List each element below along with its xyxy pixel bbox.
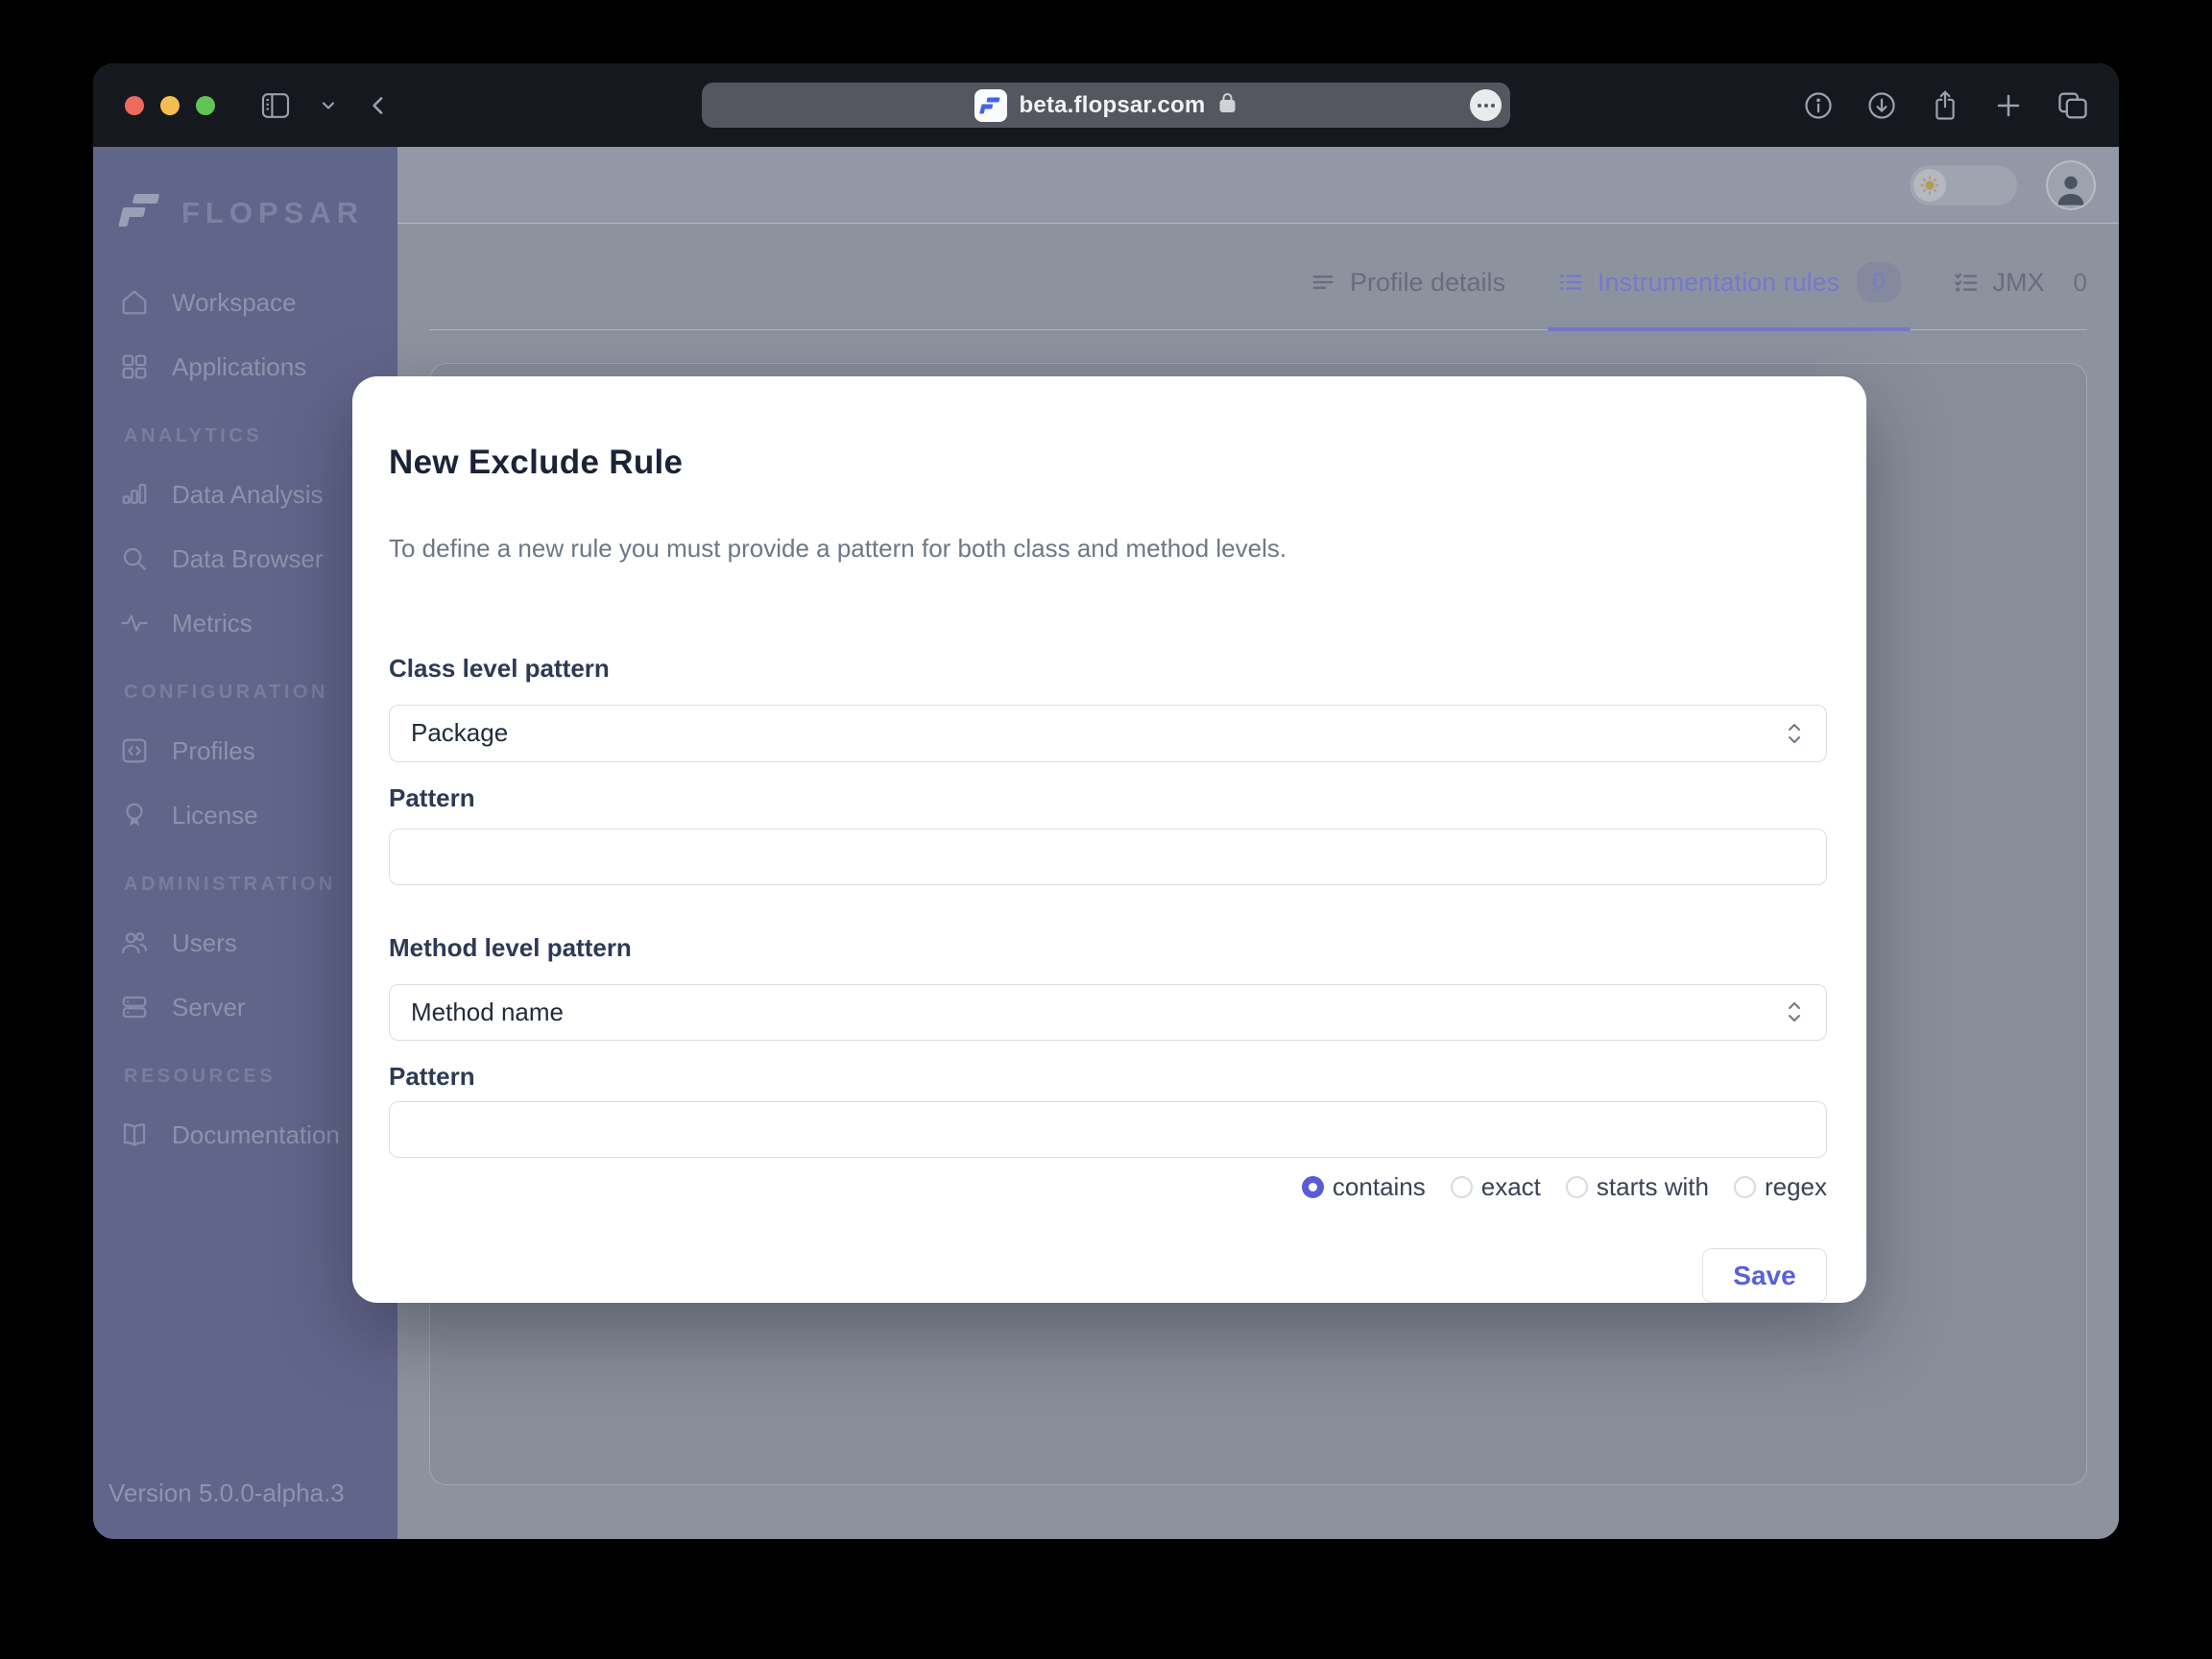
chevron-down-icon[interactable] [319,96,338,115]
info-icon[interactable] [1804,91,1833,120]
sidebar-item-label: Server [172,992,246,1022]
sun-icon [1913,168,1946,202]
radio-label: regex [1764,1172,1827,1201]
radio-label: contains [1332,1172,1426,1201]
method-pattern-input[interactable] [389,1101,1827,1158]
zoom-window-button[interactable] [196,95,215,115]
radio-label: starts with [1596,1172,1709,1201]
radio-exact[interactable]: exact [1450,1172,1541,1202]
downloads-icon[interactable] [1867,91,1896,120]
sidebar-toggle-icon[interactable] [261,92,290,118]
method-level-pattern-label: Method level pattern [389,932,632,962]
modal-description: To define a new rule you must provide a … [389,534,1287,563]
close-window-button[interactable] [125,95,144,115]
radio-regex[interactable]: regex [1733,1172,1827,1202]
sidebar-item-label: Data Browser [172,543,324,573]
flopsar-favicon [974,88,1007,122]
back-icon[interactable] [367,91,392,120]
class-pattern-type-select[interactable]: Package [389,705,1827,762]
flopsar-logo-icon [118,187,164,238]
tab-label: Profile details [1349,267,1506,297]
home-icon [120,288,149,317]
lock-icon [1217,91,1238,119]
tab-label: Instrumentation rules [1598,267,1840,297]
share-icon[interactable] [1931,90,1960,121]
book-icon [120,1120,149,1149]
server-icon [120,993,149,1022]
tab-label: JMX [1992,267,2045,297]
list-icon [1557,269,1584,296]
new-tab-icon[interactable] [1994,91,2023,120]
app-logo: FLOPSAR [93,147,397,238]
checklist-icon [1953,269,1980,296]
grid-icon [120,352,149,381]
method-pattern-label: Pattern [389,1062,475,1092]
sidebar-item-label: Documentation [172,1119,340,1149]
radio-contains[interactable]: contains [1301,1172,1426,1202]
sidebar-item-label: Metrics [172,608,252,637]
bar-chart-icon [120,480,149,509]
radio-button-icon [1733,1176,1756,1198]
radio-starts-with[interactable]: starts with [1565,1172,1709,1202]
lines-icon [1310,269,1336,296]
topbar [397,147,2119,224]
class-pattern-input[interactable] [389,828,1827,885]
tab-profile-details[interactable]: Profile details [1310,235,1505,329]
url-text: beta.flopsar.com [1019,91,1206,118]
save-button[interactable]: Save [1702,1248,1827,1303]
sidebar-item-applications[interactable]: Applications [120,347,397,387]
pulse-icon [120,609,149,637]
select-chevrons-icon [1784,721,1805,746]
sidebar-item-workspace[interactable]: Workspace [120,282,397,323]
users-icon [120,928,149,957]
tab-instrumentation-rules[interactable]: Instrumentation rules 0 [1548,235,1911,331]
app-logo-text: FLOPSAR [181,195,365,229]
radio-button-icon [1301,1176,1324,1198]
theme-toggle[interactable] [1910,164,2017,205]
select-value: Method name [411,997,564,1026]
tab-count: 0 [2073,267,2087,297]
radio-label: exact [1480,1172,1541,1201]
select-chevrons-icon [1784,999,1805,1024]
class-pattern-label: Pattern [389,782,475,812]
code-icon [120,736,149,765]
tab-overview-icon[interactable] [2057,91,2088,120]
modal-title: New Exclude Rule [389,444,684,481]
medal-icon [120,801,149,830]
match-mode-group: contains exact starts with regex [389,1172,1827,1202]
method-pattern-type-select[interactable]: Method name [389,983,1827,1042]
app-version: Version 5.0.0-alpha.3 [108,1479,345,1507]
sidebar-item-label: Users [172,927,237,957]
address-bar[interactable]: beta.flopsar.com [702,83,1510,128]
radio-button-icon [1450,1176,1473,1198]
account-avatar[interactable] [2046,159,2096,210]
minimize-window-button[interactable] [160,95,180,115]
page-settings-icon[interactable] [1470,89,1502,121]
sidebar-item-label: Profiles [172,735,255,765]
tab-bar: Profile details Instrumentation rules 0 [429,224,2087,331]
class-level-pattern-label: Class level pattern [389,654,610,683]
sidebar-item-label: Applications [172,351,307,381]
new-exclude-rule-modal: New Exclude Rule To define a new rule yo… [352,376,1866,1303]
tab-jmx[interactable]: JMX 0 [1953,235,2087,329]
sidebar-item-label: Data Analysis [172,479,324,509]
sidebar-item-label: License [172,800,258,830]
traffic-lights [125,95,215,115]
tab-badge: 0 [1857,262,1901,302]
radio-button-icon [1565,1176,1588,1198]
browser-chrome: beta.flopsar.com [93,63,2119,147]
search-icon [120,544,149,573]
sidebar-item-label: Workspace [172,287,297,317]
select-value: Package [411,718,509,748]
